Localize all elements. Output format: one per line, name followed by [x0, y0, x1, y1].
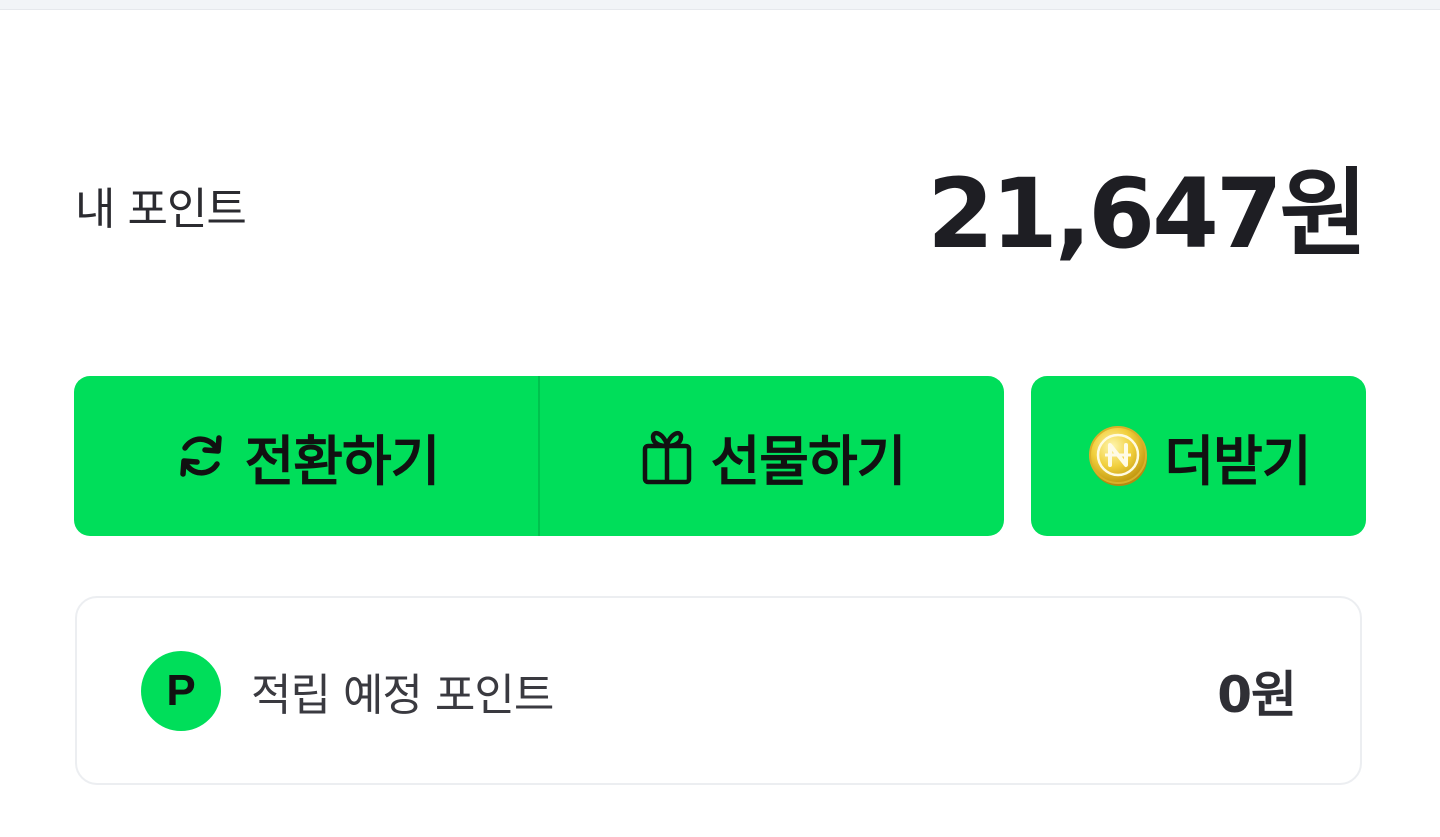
gift-button[interactable]: 선물하기: [540, 376, 1004, 536]
pending-points-value: 0원: [1217, 665, 1297, 724]
action-button-group: 전환하기 선물하기: [74, 376, 1004, 536]
refresh-icon: [173, 428, 229, 484]
pending-points-left: P 적립 예정 포인트: [141, 650, 554, 731]
convert-button-label: 전환하기: [244, 429, 441, 493]
my-points-label: 내 포인트: [75, 184, 247, 235]
top-strip: [0, 0, 1440, 10]
my-points-value: 21,647원: [927, 157, 1368, 270]
earn-more-button-label: 더받기: [1164, 429, 1311, 493]
pending-points-card[interactable]: P 적립 예정 포인트 0원: [75, 596, 1362, 785]
coin-icon: [1086, 423, 1152, 489]
gift-icon: [639, 426, 695, 486]
pending-points-label: 적립 예정 포인트: [251, 669, 554, 721]
my-points-row: 내 포인트 21,647원: [75, 150, 1368, 270]
earn-more-button[interactable]: 더받기: [1031, 376, 1366, 536]
gift-button-label: 선물하기: [710, 429, 907, 493]
point-badge-icon: P: [141, 650, 221, 731]
convert-button[interactable]: 전환하기: [74, 376, 538, 536]
